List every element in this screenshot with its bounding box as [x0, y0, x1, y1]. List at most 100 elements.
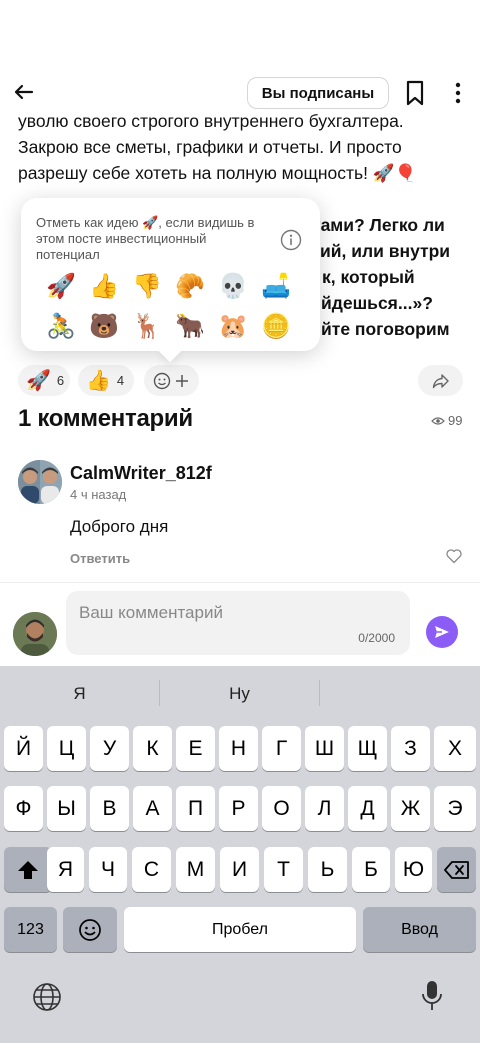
key[interactable]: Х — [434, 726, 476, 771]
share-button[interactable] — [418, 365, 463, 396]
suggestion-bar: Я Ну — [0, 666, 480, 721]
shift-key[interactable] — [4, 847, 52, 892]
key[interactable]: Т — [264, 847, 303, 892]
reaction-option-coins[interactable]: 🪙 — [258, 310, 294, 342]
reaction-option-sofa[interactable]: 🛋️ — [258, 270, 294, 302]
key[interactable]: Б — [352, 847, 390, 892]
reply-button[interactable]: Ответить — [70, 551, 130, 566]
reaction-option-thumbs-down[interactable]: 👎 — [129, 270, 165, 302]
key[interactable]: Р — [219, 786, 258, 831]
reaction-rocket[interactable]: 🚀 6 — [18, 365, 70, 396]
avatar-image — [18, 460, 62, 504]
key[interactable]: Е — [176, 726, 215, 771]
send-icon — [435, 626, 449, 638]
keyboard: Я Ну Й Ц У К Е Н Г Ш Щ З Х Ф Ы В А П Р О… — [0, 666, 480, 1043]
post-line-bold: ий, или внутри — [320, 241, 451, 261]
my-avatar — [13, 612, 57, 656]
status-bar: 12:40 — [0, 0, 480, 70]
key[interactable]: Г — [262, 726, 301, 771]
status-time: 12:40 — [52, 22, 108, 45]
reaction-option-bear[interactable]: 🐻 — [86, 310, 122, 342]
char-counter: 0/2000 — [358, 631, 395, 645]
smiley-icon — [153, 372, 171, 389]
send-button[interactable] — [426, 616, 458, 648]
key[interactable]: М — [176, 847, 215, 892]
key[interactable]: О — [262, 786, 301, 831]
emoji-grid: 🚀 👍 👎 🥐 💀 🛋️ 🚴 🐻 🦌 🐂 🐹 🪙 — [43, 270, 305, 342]
post-line-bold: йдешься...»? — [321, 293, 433, 313]
key[interactable]: Л — [305, 786, 344, 831]
rocket-emoji: 🚀 — [26, 370, 51, 392]
heart-icon[interactable] — [445, 547, 463, 565]
key[interactable]: А — [133, 786, 172, 831]
reaction-thumbs-up[interactable]: 👍 4 — [78, 365, 134, 396]
comments-title: 1 комментарий — [18, 405, 193, 432]
key[interactable]: С — [132, 847, 171, 892]
microphone-icon[interactable] — [421, 980, 443, 1012]
comment-input[interactable]: Ваш комментарий 0/2000 — [66, 591, 410, 655]
key[interactable]: Щ — [348, 726, 387, 771]
post-line-bold: тами? Легко ли — [312, 215, 445, 235]
comment-timestamp: 4 ч назад — [70, 487, 127, 502]
space-key[interactable]: Пробел — [124, 907, 356, 952]
key[interactable]: Ь — [308, 847, 347, 892]
key[interactable]: Ф — [4, 786, 43, 831]
reaction-option-bull[interactable]: 🐂 — [172, 310, 208, 342]
reaction-option-rocket[interactable]: 🚀 — [43, 270, 79, 302]
key[interactable]: Ж — [391, 786, 430, 831]
subscribed-button[interactable]: Вы подписаны — [247, 77, 389, 109]
key[interactable]: Й — [4, 726, 43, 771]
reaction-option-hamster[interactable]: 🐹 — [215, 310, 251, 342]
key[interactable]: Я — [47, 847, 84, 892]
views-counter: 99 — [431, 413, 462, 428]
backspace-key[interactable] — [437, 847, 476, 892]
cellular-signal-icon — [340, 28, 362, 42]
popover-hint: Отметь как идею 🚀, если видишь в этом по… — [36, 215, 255, 262]
key[interactable]: Ц — [47, 726, 86, 771]
suggestion-divider — [319, 680, 320, 706]
info-icon[interactable] — [280, 229, 302, 251]
reaction-option-cyclist[interactable]: 🚴 — [43, 310, 79, 342]
reaction-option-moose[interactable]: 🦌 — [129, 310, 165, 342]
key[interactable]: Н — [219, 726, 258, 771]
globe-icon[interactable] — [32, 982, 62, 1012]
battery-icon — [402, 27, 436, 43]
key[interactable]: Э — [434, 786, 476, 831]
key[interactable]: З — [391, 726, 430, 771]
return-key[interactable]: Ввод — [363, 907, 476, 952]
divider — [0, 582, 480, 583]
thumbs-up-emoji: 👍 — [86, 370, 111, 392]
more-options-icon[interactable] — [446, 79, 470, 107]
key[interactable]: И — [220, 847, 259, 892]
add-reaction-button[interactable] — [144, 365, 199, 396]
reaction-option-croissant[interactable]: 🥐 — [172, 270, 208, 302]
key[interactable]: П — [176, 786, 215, 831]
top-nav: Вы подписаны — [0, 70, 480, 118]
comment-item: CalmWriter_812f 4 ч назад Доброго дня От… — [18, 458, 468, 573]
comment-text: Доброго дня — [70, 517, 169, 536]
key[interactable]: Ч — [89, 847, 127, 892]
key[interactable]: К — [133, 726, 172, 771]
key[interactable]: Ы — [47, 786, 86, 831]
eye-icon — [431, 416, 445, 425]
suggestion-item[interactable]: Ну — [160, 684, 319, 704]
key[interactable]: Ш — [305, 726, 344, 771]
bookmark-icon[interactable] — [402, 79, 428, 107]
avatar[interactable] — [18, 460, 62, 504]
numbers-key[interactable]: 123 — [4, 907, 57, 952]
key[interactable]: В — [90, 786, 129, 831]
back-arrow-icon[interactable] — [10, 78, 38, 106]
key[interactable]: Ю — [395, 847, 432, 892]
wifi-icon — [372, 28, 392, 42]
key[interactable]: Д — [348, 786, 387, 831]
share-arrow-icon — [432, 373, 449, 388]
suggestion-item[interactable]: Я — [0, 684, 159, 704]
comment-input-placeholder: Ваш комментарий — [79, 603, 223, 622]
emoji-key[interactable] — [63, 907, 117, 952]
reaction-option-thumbs-up[interactable]: 👍 — [86, 270, 122, 302]
reaction-option-skull[interactable]: 💀 — [215, 270, 251, 302]
key[interactable]: У — [90, 726, 129, 771]
emoji-icon — [79, 918, 101, 941]
comment-author[interactable]: CalmWriter_812f — [70, 463, 212, 484]
plus-icon — [176, 374, 188, 387]
